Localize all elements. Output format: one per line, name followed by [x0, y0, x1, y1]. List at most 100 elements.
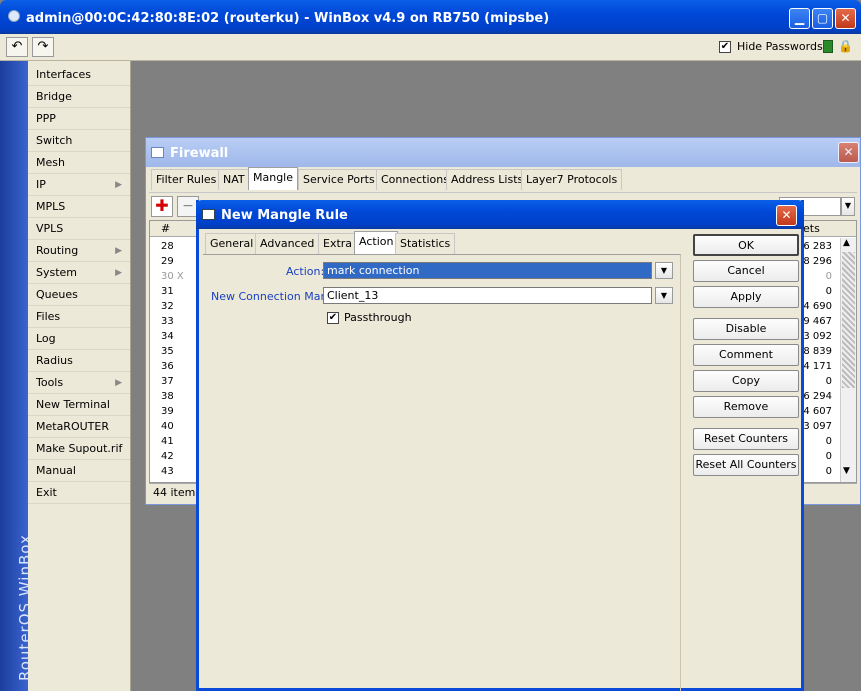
passthrough-label: Passthrough [344, 311, 412, 324]
firewall-tab-layer7-protocols[interactable]: Layer7 Protocols [521, 169, 623, 190]
action-dropdown-button[interactable]: ▼ [655, 262, 673, 279]
rule-number[interactable]: 39 [161, 404, 174, 419]
firewall-tab-filter-rules[interactable]: Filter Rules [151, 169, 222, 190]
status-indicator-icon [823, 40, 833, 53]
comment-button[interactable]: Comment [693, 344, 799, 366]
sidebar-item-bridge[interactable]: Bridge [28, 86, 130, 108]
sidebar-item-mpls[interactable]: MPLS [28, 196, 130, 218]
rule-number[interactable]: 41 [161, 434, 174, 449]
reset-all-counters-button[interactable]: Reset All Counters [693, 454, 799, 476]
dialog-tab-extra[interactable]: Extra [318, 233, 358, 254]
sidebar-item-exit[interactable]: Exit [28, 482, 130, 504]
dialog-tabs: General Advanced Extra Action Statistics [205, 231, 675, 255]
mark-dropdown-button[interactable]: ▼ [655, 287, 673, 304]
table-scrollbar[interactable]: ▲ ▼ [840, 238, 856, 482]
maximize-button[interactable]: ▢ [812, 8, 833, 29]
sidebar-item-ip[interactable]: IP ▶ [28, 174, 130, 196]
dialog-form-panel: Action: mark connection ▼ New Connection… [203, 254, 681, 691]
sidebar-item-files[interactable]: Files [28, 306, 130, 328]
apply-button[interactable]: Apply [693, 286, 799, 308]
rule-packets[interactable]: 0 [826, 464, 832, 479]
sidebar-item-new-terminal[interactable]: New Terminal [28, 394, 130, 416]
sidebar-item-label: Interfaces [36, 68, 91, 81]
passthrough-checkbox[interactable]: ✔ [327, 312, 339, 324]
rule-packets[interactable]: 0 [826, 269, 832, 284]
dialog-tab-advanced[interactable]: Advanced [255, 233, 320, 254]
firewall-tab-nat[interactable]: NAT [218, 169, 250, 190]
dialog-title: New Mangle Rule [221, 208, 348, 223]
sidebar-item-switch[interactable]: Switch [28, 130, 130, 152]
sidebar-item-ppp[interactable]: PPP [28, 108, 130, 130]
rule-packets[interactable]: 0 [826, 449, 832, 464]
disable-button[interactable]: Disable [693, 318, 799, 340]
sidebar-item-manual[interactable]: Manual [28, 460, 130, 482]
close-button[interactable]: ✕ [835, 8, 856, 29]
sidebar-item-tools[interactable]: Tools ▶ [28, 372, 130, 394]
scroll-thumb[interactable] [842, 252, 855, 388]
sidebar-item-interfaces[interactable]: Interfaces [28, 64, 130, 86]
column-header-number[interactable]: # [161, 222, 170, 235]
redo-button[interactable]: ↷ [32, 37, 54, 57]
new-connection-mark-field[interactable]: Client_13 [323, 287, 652, 304]
scroll-down-icon[interactable]: ▼ [843, 466, 850, 476]
undo-button[interactable]: ↶ [6, 37, 28, 57]
minimize-button[interactable]: ▁ [789, 8, 810, 29]
add-rule-button[interactable]: ✚ [151, 196, 173, 217]
firewall-tab-service-ports[interactable]: Service Ports [298, 169, 380, 190]
sidebar-item-log[interactable]: Log [28, 328, 130, 350]
cancel-button[interactable]: Cancel [693, 260, 799, 282]
rule-number[interactable]: 28 [161, 239, 174, 254]
ok-button[interactable]: OK [693, 234, 799, 256]
sidebar-item-label: Radius [36, 354, 73, 367]
firewall-close-button[interactable]: ✕ [838, 142, 859, 163]
reset-counters-button[interactable]: Reset Counters [693, 428, 799, 450]
submenu-arrow-icon: ▶ [115, 246, 122, 256]
find-dropdown-button[interactable]: ▼ [841, 197, 855, 216]
remove-button[interactable]: Remove [693, 396, 799, 418]
dialog-close-button[interactable]: ✕ [776, 205, 797, 226]
item-count: 44 items [153, 486, 202, 499]
rule-number[interactable]: 37 [161, 374, 174, 389]
firewall-tab-mangle[interactable]: Mangle [248, 167, 299, 190]
rule-number[interactable]: 35 [161, 344, 174, 359]
dialog-tab-general[interactable]: General [205, 233, 259, 254]
dialog-tab-statistics[interactable]: Statistics [395, 233, 456, 254]
undo-icon: ↶ [11, 39, 23, 54]
rule-number[interactable]: 38 [161, 389, 174, 404]
rule-packets[interactable]: 3 092 [803, 329, 832, 344]
action-select[interactable]: mark connection [323, 262, 652, 279]
rule-number[interactable]: 31 [161, 284, 174, 299]
sidebar-item-mesh[interactable]: Mesh [28, 152, 130, 174]
scroll-up-icon[interactable]: ▲ [843, 238, 850, 248]
sidebar-item-label: New Terminal [36, 398, 110, 411]
rule-number[interactable]: 36 [161, 359, 174, 374]
sidebar-item-metarouter[interactable]: MetaROUTER [28, 416, 130, 438]
rule-packets[interactable]: 0 [826, 374, 832, 389]
firewall-tab-connections[interactable]: Connections [376, 169, 454, 190]
copy-button[interactable]: Copy [693, 370, 799, 392]
sidebar-item-radius[interactable]: Radius [28, 350, 130, 372]
rule-number[interactable]: 33 [161, 314, 174, 329]
sidebar-item-vpls[interactable]: VPLS [28, 218, 130, 240]
rule-packets[interactable]: 0 [826, 434, 832, 449]
sidebar-item-make-supout-rif[interactable]: Make Supout.rif [28, 438, 130, 460]
rule-number[interactable]: 30 X [161, 269, 184, 284]
rule-number[interactable]: 40 [161, 419, 174, 434]
rule-number[interactable]: 32 [161, 299, 174, 314]
sidebar-item-system[interactable]: System ▶ [28, 262, 130, 284]
sidebar-item-routing[interactable]: Routing ▶ [28, 240, 130, 262]
hide-passwords-checkbox[interactable]: ✔ [719, 41, 731, 53]
rule-packets[interactable]: 0 [826, 284, 832, 299]
rule-packets[interactable]: 3 097 [803, 419, 832, 434]
firewall-tab-address-lists[interactable]: Address Lists [446, 169, 529, 190]
firewall-title-bar: Firewall ✕ [146, 138, 860, 167]
rule-number[interactable]: 43 [161, 464, 174, 479]
sidebar-item-queues[interactable]: Queues [28, 284, 130, 306]
rule-number[interactable]: 42 [161, 449, 174, 464]
dialog-tab-action[interactable]: Action [354, 231, 399, 254]
rule-number[interactable]: 34 [161, 329, 174, 344]
rule-number[interactable]: 29 [161, 254, 174, 269]
sidebar-item-label: Mesh [36, 156, 65, 169]
column-header-packets[interactable]: ets [803, 222, 820, 235]
sidebar-item-label: Tools [36, 376, 64, 389]
